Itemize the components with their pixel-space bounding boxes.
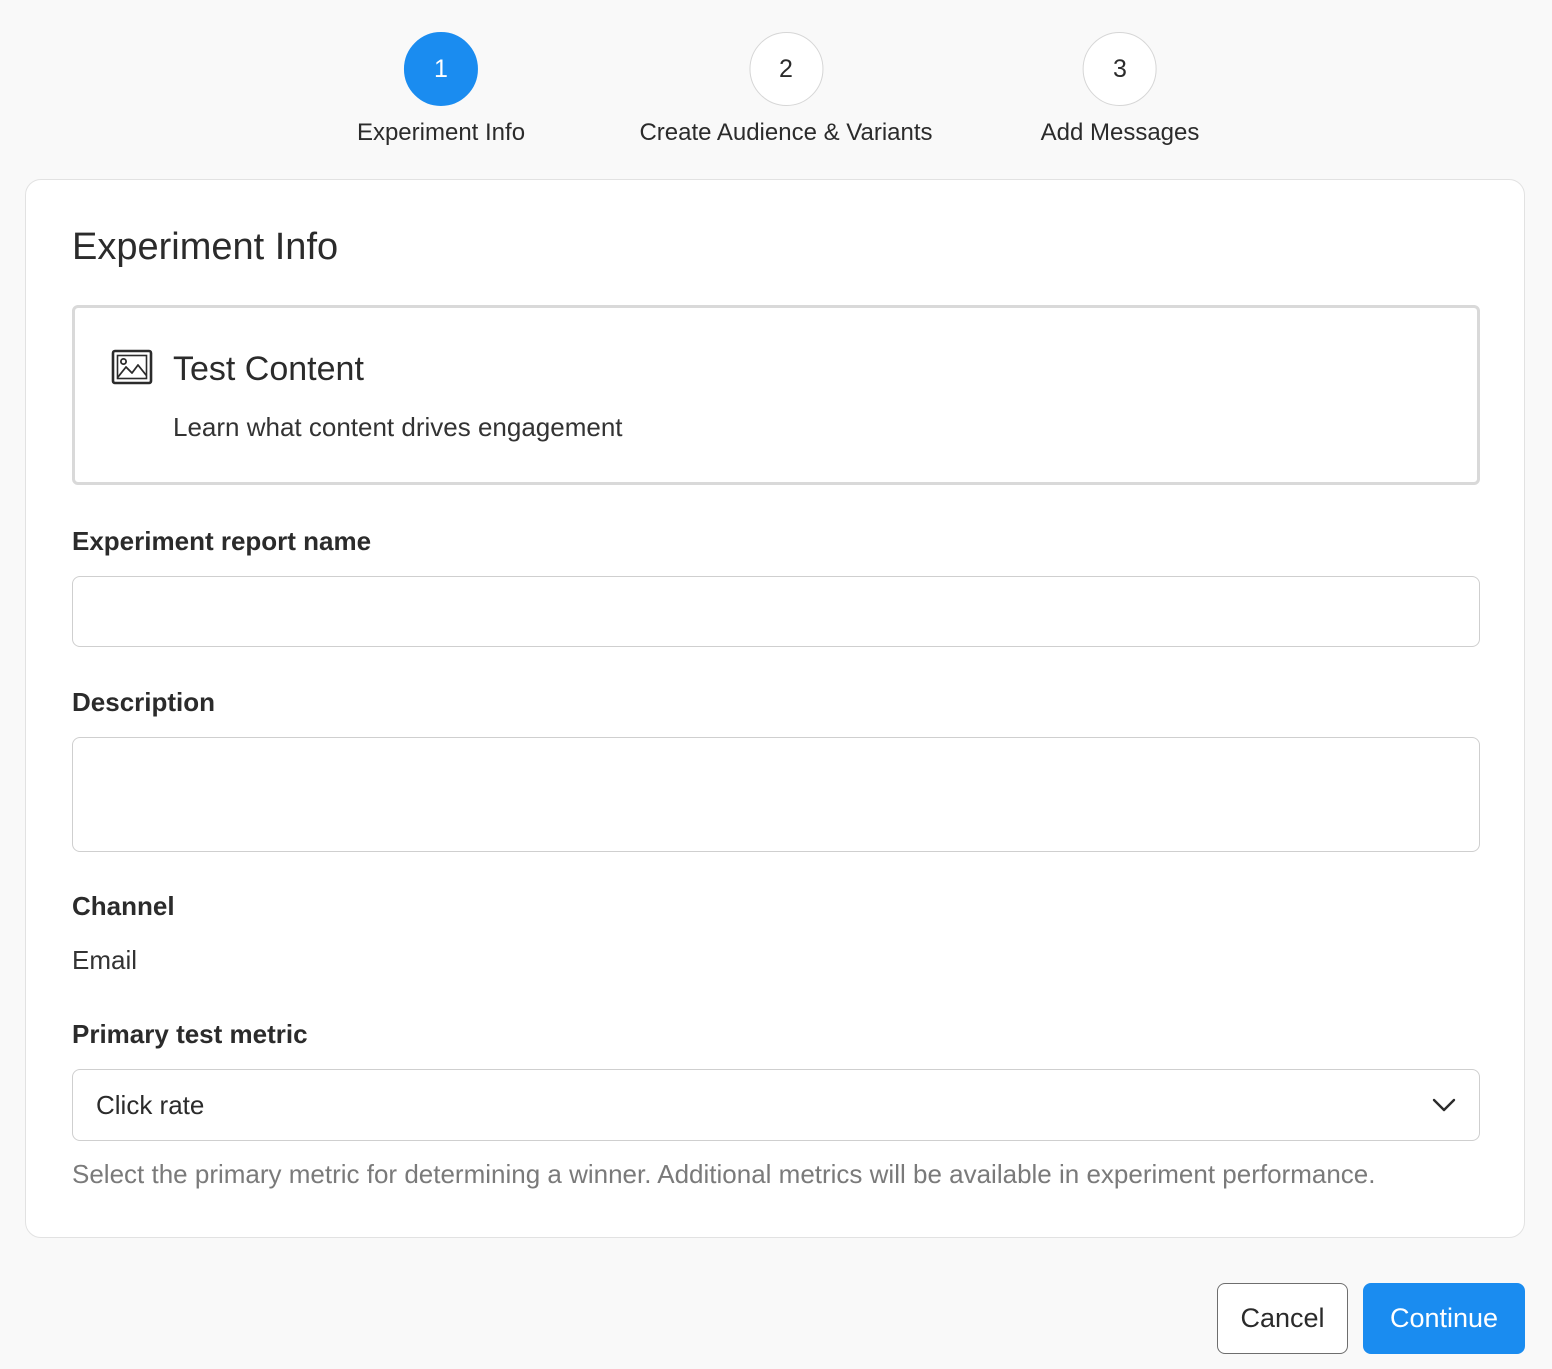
primary-metric-selected-value: Click rate xyxy=(96,1090,205,1120)
step-label: Experiment Info xyxy=(356,119,526,146)
report-name-label: Experiment report name xyxy=(72,526,372,556)
step-create-audience-variants[interactable]: 2 Create Audience & Variants xyxy=(639,32,933,148)
step-number-badge: 3 xyxy=(1082,32,1157,106)
step-number-badge: 1 xyxy=(404,32,478,106)
chevron-down-icon xyxy=(1432,1098,1456,1112)
step-experiment-info[interactable]: 1 Experiment Info xyxy=(357,32,525,148)
step-label: Create Audience & Variants xyxy=(639,119,933,146)
channel-value: Email xyxy=(72,945,138,975)
step-add-messages[interactable]: 3 Add Messages xyxy=(1040,32,1200,148)
step-number-badge: 2 xyxy=(749,32,823,106)
report-name-input[interactable] xyxy=(72,576,1480,647)
primary-metric-helper-text: Select the primary metric for determinin… xyxy=(72,1159,1376,1189)
step-label: Add Messages xyxy=(1040,119,1200,146)
experiment-type-title: Test Content xyxy=(173,350,364,388)
channel-label: Channel xyxy=(72,891,175,921)
description-label: Description xyxy=(72,687,216,717)
experiment-type-box: Test Content Learn what content drives e… xyxy=(72,305,1480,485)
experiment-type-description: Learn what content drives engagement xyxy=(173,412,623,442)
primary-metric-select[interactable]: Click rate xyxy=(72,1069,1480,1141)
experiment-info-card: Experiment Info Test Content Learn what … xyxy=(25,179,1525,1238)
progress-stepper: 1 Experiment Info 2 Create Audience & Va… xyxy=(0,0,1552,180)
section-title: Experiment Info xyxy=(72,226,339,268)
description-textarea[interactable] xyxy=(72,737,1480,852)
continue-button[interactable]: Continue xyxy=(1363,1283,1525,1354)
cancel-button[interactable]: Cancel xyxy=(1217,1283,1348,1354)
image-icon xyxy=(111,349,153,385)
primary-metric-label: Primary test metric xyxy=(72,1019,308,1049)
